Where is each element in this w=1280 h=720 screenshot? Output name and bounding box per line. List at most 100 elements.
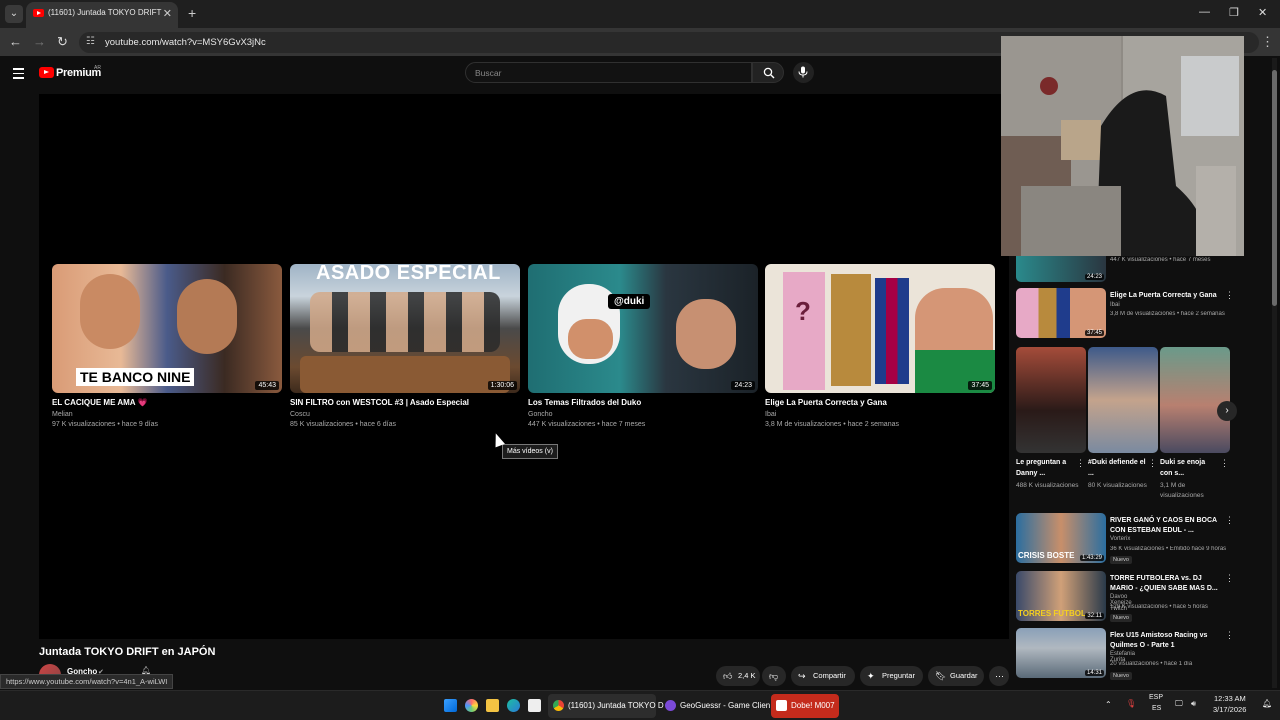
ask-button[interactable]: ✦ Preguntar	[860, 666, 923, 686]
region-code: AR	[94, 65, 101, 71]
card-channel[interactable]: Melian	[52, 411, 73, 418]
voice-search-button[interactable]	[793, 62, 814, 83]
short-thumbnail[interactable]	[1016, 347, 1086, 453]
edge-icon[interactable]	[507, 699, 520, 712]
microphone-tray-icon[interactable]: 🎙︎	[1126, 699, 1136, 708]
copilot-icon[interactable]	[465, 699, 478, 712]
sparkle-icon: ✦	[867, 671, 875, 681]
start-icon[interactable]	[444, 699, 457, 712]
video-thumbnail[interactable]: ASADO ESPECIAL 1:30:06	[290, 264, 520, 393]
reload-icon[interactable]: ↻	[57, 34, 68, 50]
webcam-overlay	[1001, 36, 1244, 256]
thumbs-down-icon: 👎︎	[769, 671, 779, 681]
search-button[interactable]	[752, 62, 784, 83]
tray-chevron-icon[interactable]: ⌃	[1105, 700, 1112, 709]
new-badge: Nuevo	[1110, 614, 1132, 622]
card-views: 85 K visualizaciones	[290, 421, 354, 428]
video-thumbnail[interactable]: TORRES FUTBOL 32:11	[1016, 571, 1106, 621]
new-badge: Nuevo	[1110, 556, 1132, 564]
video-meta: 3,8 M de visualizaciones • hace 2 semana…	[1110, 311, 1225, 317]
forward-icon[interactable]: →	[33, 34, 46, 49]
thumbnail-caption: @duki	[608, 294, 651, 309]
url-text: youtube.com/watch?v=MSY6GvX3jNc	[105, 37, 266, 48]
like-button[interactable]: 👍︎ 2,4 K	[716, 666, 760, 686]
taskbar-app-geoguessr[interactable]: GeoGuessr - Game Clien	[660, 694, 770, 718]
video-thumbnail[interactable]: 37:45	[1016, 288, 1106, 338]
video-thumbnail[interactable]: ? 37:45	[765, 264, 995, 393]
thumbs-up-icon: 👍︎	[723, 671, 733, 681]
page-scrollbar[interactable]	[1271, 58, 1278, 688]
tab-close-icon[interactable]: ✕	[163, 7, 172, 20]
short-title[interactable]: #Duki defiende el ...	[1088, 457, 1146, 479]
video-thumbnail[interactable]: CRISIS BOSTE 1:43:29	[1016, 513, 1106, 563]
video-title[interactable]: Flex U15 Amistoso Racing vs Quilmes O - …	[1110, 631, 1220, 651]
duration-badge: 37:45	[968, 381, 992, 390]
restore-icon[interactable]: ❐	[1229, 6, 1239, 19]
search-input[interactable]: Buscar	[465, 62, 752, 83]
network-icon[interactable]: 🖵︎	[1175, 699, 1183, 709]
taskbar-app-label: (11601) Juntada TOKYO D	[568, 701, 664, 710]
more-options-icon[interactable]: ⋮	[1225, 573, 1234, 584]
video-channel[interactable]: Vorterix	[1110, 536, 1130, 542]
clock-date[interactable]: 3/17/2026	[1213, 705, 1246, 714]
shorts-next-icon[interactable]: ›	[1217, 401, 1237, 421]
video-channel[interactable]: Ibai	[1110, 302, 1120, 308]
dislike-button[interactable]: 👎︎	[762, 666, 786, 686]
card-title[interactable]: EL CACIQUE ME AMA 💗	[52, 398, 282, 407]
minimize-icon[interactable]: —	[1199, 6, 1210, 18]
site-info-icon[interactable]: ☷	[86, 36, 95, 47]
short-thumbnail[interactable]	[1160, 347, 1230, 453]
video-title[interactable]: Elige La Puerta Correcta y Gana	[1110, 291, 1220, 301]
card-channel[interactable]: Goncho	[528, 411, 553, 418]
taskbar-app-dobe[interactable]: Dobe! M007	[771, 694, 839, 718]
card-channel[interactable]: Ibai	[765, 411, 776, 418]
youtube-logo-icon[interactable]	[39, 67, 54, 78]
video-title[interactable]: TORRE FUTBOLERA vs. DJ MARIO - ¿QUIEN SA…	[1110, 574, 1220, 594]
more-options-icon[interactable]: ⋮	[1225, 290, 1234, 301]
short-title[interactable]: Duki se enoja con s...	[1160, 457, 1218, 479]
more-options-icon[interactable]: ⋮	[1076, 458, 1085, 469]
video-title[interactable]: RIVER GANÓ Y CAOS EN BOCA CON ESTEBAN ED…	[1110, 516, 1220, 536]
video-thumbnail[interactable]: 14:31	[1016, 628, 1106, 678]
tab-list-icon[interactable]: ⌄	[5, 5, 23, 23]
card-title[interactable]: Los Temas Filtrados del Duko	[528, 398, 758, 407]
more-options-icon[interactable]: ⋮	[1220, 458, 1229, 469]
card-meta: 447 K visualizaciones • hace 7 meses	[528, 421, 646, 428]
clock-time[interactable]: 12:33 AM	[1214, 694, 1246, 703]
card-age: hace 2 semanas	[847, 421, 899, 428]
short-title[interactable]: Le preguntan a Danny ...	[1016, 457, 1074, 479]
window-close-icon[interactable]: ✕	[1258, 6, 1267, 19]
browser-tab-youtube[interactable]: (11601) Juntada TOKYO DRIFT en JAPÓN - Y…	[26, 2, 178, 28]
card-title[interactable]: SIN FILTRO con WESTCOL #3 | Asado Especi…	[290, 398, 520, 407]
card-meta: 97 K visualizaciones • hace 9 días	[52, 421, 158, 428]
youtube-favicon-icon	[33, 9, 44, 17]
card-channel[interactable]: Coscu	[290, 411, 310, 418]
duration-badge: 32:11	[1085, 613, 1104, 619]
menu-icon[interactable]	[13, 68, 24, 82]
file-explorer-icon[interactable]	[486, 699, 499, 712]
card-title[interactable]: Elige La Puerta Correcta y Gana	[765, 398, 995, 407]
more-actions-button[interactable]: ⋯	[989, 666, 1009, 686]
short-thumbnail[interactable]	[1088, 347, 1158, 453]
more-options-icon[interactable]: ⋮	[1225, 630, 1234, 641]
back-icon[interactable]: ←	[9, 34, 22, 49]
language-indicator[interactable]: ESP	[1149, 694, 1163, 701]
search-icon	[763, 67, 775, 79]
share-button[interactable]: ↪ Compartir	[791, 666, 855, 686]
windows-taskbar: (11601) Juntada TOKYO D GeoGuessr - Game…	[0, 690, 1280, 720]
save-button[interactable]: 🔖︎ Guardar	[928, 666, 984, 686]
volume-icon[interactable]: 🔊︎	[1191, 699, 1196, 709]
new-tab-icon[interactable]: +	[188, 5, 196, 21]
browser-menu-icon[interactable]: ⋮	[1261, 34, 1274, 50]
taskbar-app-chrome[interactable]: (11601) Juntada TOKYO D	[548, 694, 664, 718]
more-options-icon[interactable]: ⋮	[1148, 458, 1157, 469]
scrollbar-thumb[interactable]	[1272, 70, 1277, 306]
keyboard-layout[interactable]: ES	[1152, 705, 1161, 712]
link-status-bar: https://www.youtube.com/watch?v=4n1_A-wi…	[0, 674, 174, 689]
video-thumbnail[interactable]: @duki 24:23	[528, 264, 758, 393]
more-options-icon[interactable]: ⋮	[1225, 515, 1234, 526]
store-icon[interactable]	[528, 699, 541, 712]
video-meta: 447 K visualizaciones • hace 7 meses	[1110, 257, 1211, 263]
video-thumbnail[interactable]: TE BANCO NINE 45:43	[52, 264, 282, 393]
notifications-icon[interactable]: 🔔︎	[1262, 699, 1272, 708]
